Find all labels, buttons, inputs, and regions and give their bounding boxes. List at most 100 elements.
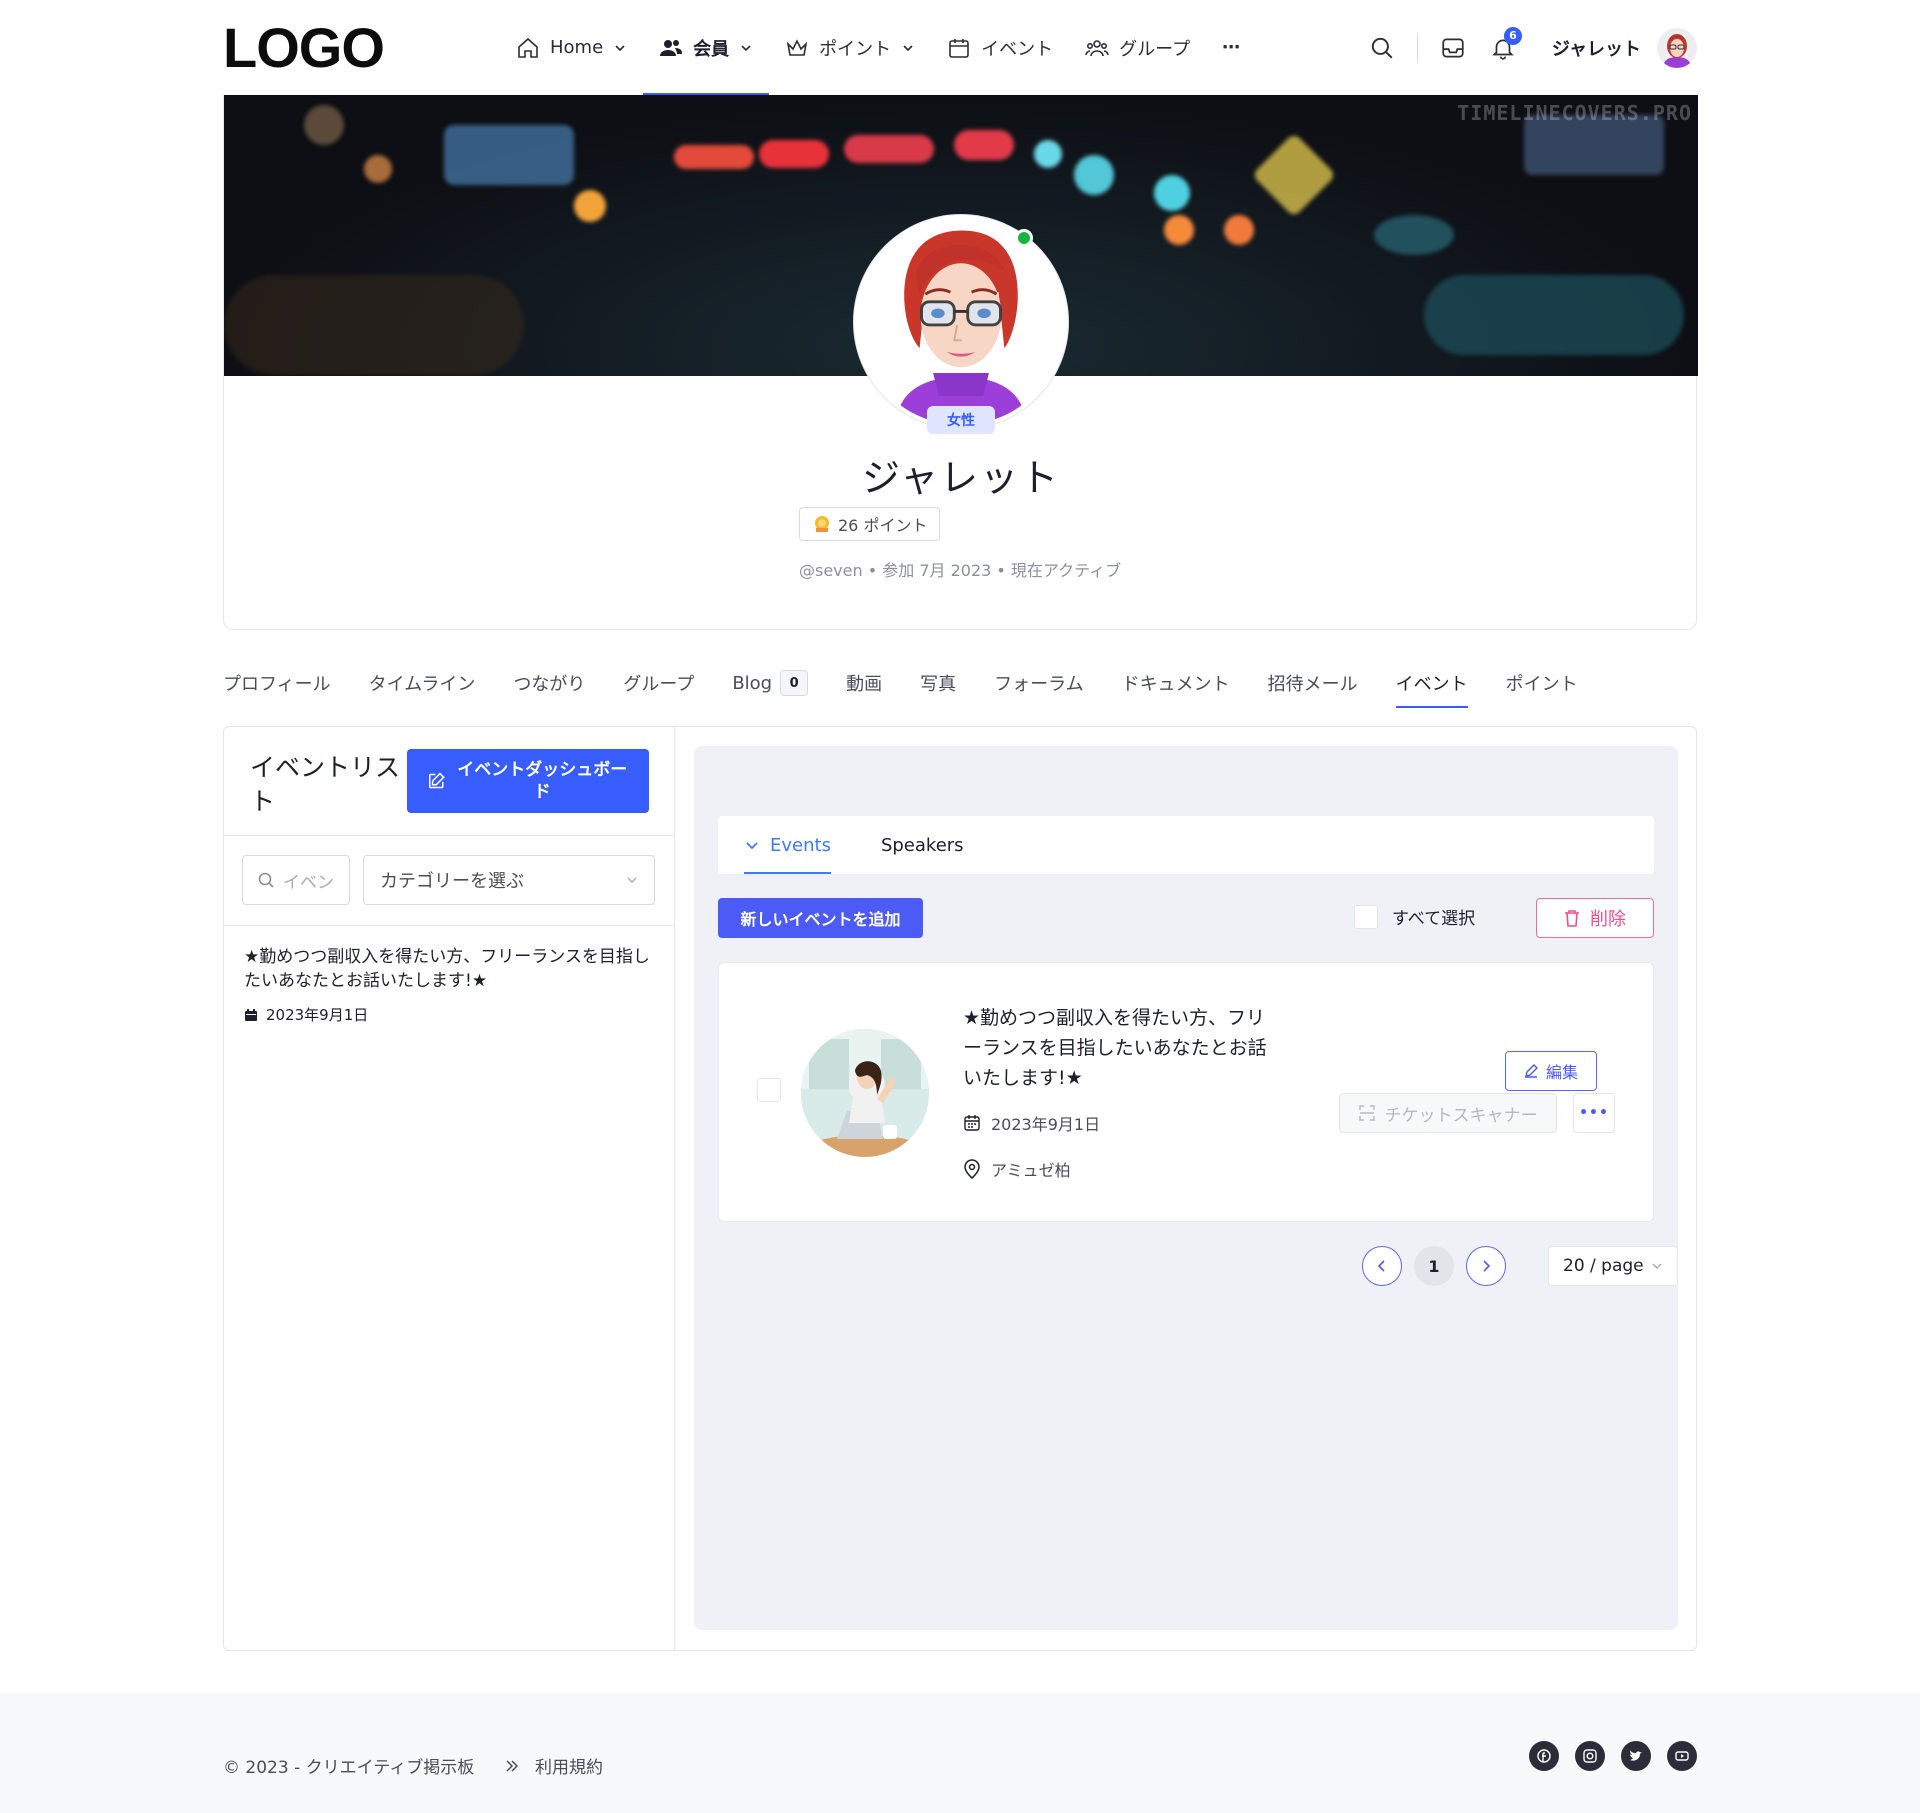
delete-label: 削除 xyxy=(1590,909,1626,930)
nav-groups-label: グループ xyxy=(1119,38,1191,60)
top-header: LOGO Home 会員 ポイント イベント グループ ⋯ 6 ジャレット xyxy=(0,0,1920,95)
event-list-item[interactable]: ★勤めつつ副収入を得たい方、フリーランスを目指したいあなたとお話いたします!★ xyxy=(244,945,658,993)
next-page-button[interactable] xyxy=(1466,1246,1506,1286)
tab-label: つながり xyxy=(513,674,586,695)
calendar-icon xyxy=(964,1115,980,1131)
tab-label: 写真 xyxy=(920,674,957,695)
inbox-button[interactable] xyxy=(1428,23,1478,73)
edit-event-button[interactable]: 編集 xyxy=(1505,1051,1597,1091)
facebook-link[interactable] xyxy=(1529,1741,1559,1771)
edit-icon xyxy=(429,772,445,789)
category-select[interactable]: カテゴリーを選ぶ xyxy=(363,855,655,905)
search-button[interactable] xyxy=(1357,23,1407,73)
twitter-link[interactable] xyxy=(1621,1741,1651,1771)
scan-icon xyxy=(1358,1105,1375,1121)
header-avatar[interactable] xyxy=(1657,27,1697,68)
tab-invites[interactable]: 招待メール xyxy=(1268,660,1358,706)
nav-members[interactable]: 会員 xyxy=(643,0,770,95)
tab-events-label: Events xyxy=(770,834,831,856)
search-icon xyxy=(258,872,274,888)
tab-videos[interactable]: 動画 xyxy=(846,660,882,706)
points-badge[interactable]: 26 ポイント xyxy=(799,507,941,541)
tab-timeline[interactable]: タイムライン xyxy=(369,660,476,706)
tab-label: Blog xyxy=(732,672,773,694)
divider xyxy=(224,925,674,926)
event-card: ★勤めつつ副収入を得たい方、フリーランスを目指したいあなたとお話いたします!★ … xyxy=(718,962,1654,1222)
chevron-down-icon xyxy=(746,842,758,850)
site-logo[interactable]: LOGO xyxy=(223,18,385,78)
notification-badge: 6 xyxy=(1503,26,1522,45)
tab-events[interactable]: イベント xyxy=(1395,660,1468,708)
gender-tag: 女性 xyxy=(927,406,995,434)
tab-speakers[interactable]: Speakers xyxy=(881,816,964,874)
event-search-input[interactable]: イベン xyxy=(242,855,350,905)
event-title[interactable]: ★勤めつつ副収入を得たい方、フリーランスを目指したいあなたとお話いたします!★ xyxy=(963,1003,1273,1093)
group-icon xyxy=(1085,39,1109,56)
avatar-image xyxy=(1657,27,1697,68)
tab-photos[interactable]: 写真 xyxy=(920,660,956,706)
nav-points[interactable]: ポイント xyxy=(769,0,931,95)
chevron-down-icon xyxy=(903,44,913,51)
nav-events[interactable]: イベント xyxy=(931,0,1069,95)
pencil-icon xyxy=(1524,1064,1538,1078)
event-list-date-value: 2023年9月1日 xyxy=(266,1006,369,1024)
tab-points[interactable]: ポイント xyxy=(1506,660,1578,706)
event-list-date: 2023年9月1日 xyxy=(244,1004,368,1025)
event-list-panel: イベントリスト イベントダッシュボード イベン カテゴリーを選ぶ ★勤めつつ副収… xyxy=(224,727,675,1650)
tab-label: フォーラム xyxy=(994,674,1084,695)
home-icon xyxy=(518,37,538,58)
tab-label: グループ xyxy=(623,674,695,695)
crown-icon xyxy=(786,38,808,56)
select-all-toggle[interactable]: すべて選択 xyxy=(1354,904,1475,929)
nav-more-button[interactable]: ⋯ xyxy=(1206,0,1256,95)
delete-button[interactable]: 削除 xyxy=(1536,898,1654,938)
event-thumbnail[interactable] xyxy=(801,1029,929,1157)
profile-avatar xyxy=(854,215,1068,429)
more-icon: ⋯ xyxy=(1222,37,1241,58)
profile-name: ジャレット xyxy=(861,456,1061,500)
tab-label: タイムライン xyxy=(368,674,476,695)
tab-profile[interactable]: プロフィール xyxy=(223,660,331,706)
nav-groups[interactable]: グループ xyxy=(1069,0,1206,95)
event-list-title: イベントリスト xyxy=(250,753,401,816)
select-all-label: すべて選択 xyxy=(1392,909,1476,929)
page-number-current[interactable]: 1 xyxy=(1414,1246,1454,1286)
nav-home[interactable]: Home xyxy=(500,0,643,95)
instagram-icon xyxy=(1583,1749,1597,1763)
tab-connections[interactable]: つながり xyxy=(513,660,585,706)
notifications-button[interactable]: 6 xyxy=(1478,23,1528,73)
youtube-link[interactable] xyxy=(1667,1741,1697,1771)
tab-forums[interactable]: フォーラム xyxy=(994,660,1083,706)
tab-label: ポイント xyxy=(1505,674,1578,695)
add-event-button[interactable]: 新しいイベントを追加 xyxy=(718,898,923,938)
header-user-name[interactable]: ジャレット xyxy=(1552,35,1641,61)
select-all-checkbox[interactable] xyxy=(1354,904,1378,929)
instagram-link[interactable] xyxy=(1575,1741,1605,1771)
tab-label: プロフィール xyxy=(223,674,331,695)
cover-watermark: TIMELINECOVERS.PRO xyxy=(1457,101,1692,125)
members-icon xyxy=(660,39,683,56)
tab-documents[interactable]: ドキュメント xyxy=(1122,660,1230,706)
calendar-icon xyxy=(245,1008,257,1021)
search-placeholder: イベン xyxy=(283,872,334,893)
chevron-left-icon xyxy=(1377,1260,1385,1272)
footer-terms-label: 利用規約 xyxy=(535,1758,603,1778)
event-photo xyxy=(801,1029,929,1157)
footer-copyright: © 2023 - クリエイティブ掲示板 xyxy=(223,1758,475,1778)
event-dashboard-button[interactable]: イベントダッシュボード xyxy=(407,749,649,813)
nav-events-label: イベント xyxy=(981,38,1054,60)
blog-count-badge: 0 xyxy=(780,670,809,696)
prev-page-button[interactable] xyxy=(1362,1246,1402,1286)
tab-blog[interactable]: Blog 0 xyxy=(732,660,809,706)
event-manager-panel: Events Speakers 新しいイベントを追加 すべて選択 削除 ★勤めつ… xyxy=(694,746,1678,1630)
page-size-select[interactable]: 20 / page xyxy=(1548,1246,1678,1286)
event-checkbox[interactable] xyxy=(757,1078,781,1102)
main-nav: Home 会員 ポイント イベント グループ ⋯ xyxy=(500,0,1256,95)
tab-label: 招待メール xyxy=(1267,674,1358,695)
footer-terms-link[interactable]: 利用規約 xyxy=(505,1753,603,1778)
event-dashboard-label: イベントダッシュボード xyxy=(457,760,628,802)
ticket-scanner-button[interactable]: チケットスキャナー xyxy=(1339,1093,1557,1133)
tab-groups[interactable]: グループ xyxy=(623,660,694,706)
tab-events-list[interactable]: Events xyxy=(744,816,831,874)
event-more-button[interactable]: ••• xyxy=(1573,1093,1615,1133)
